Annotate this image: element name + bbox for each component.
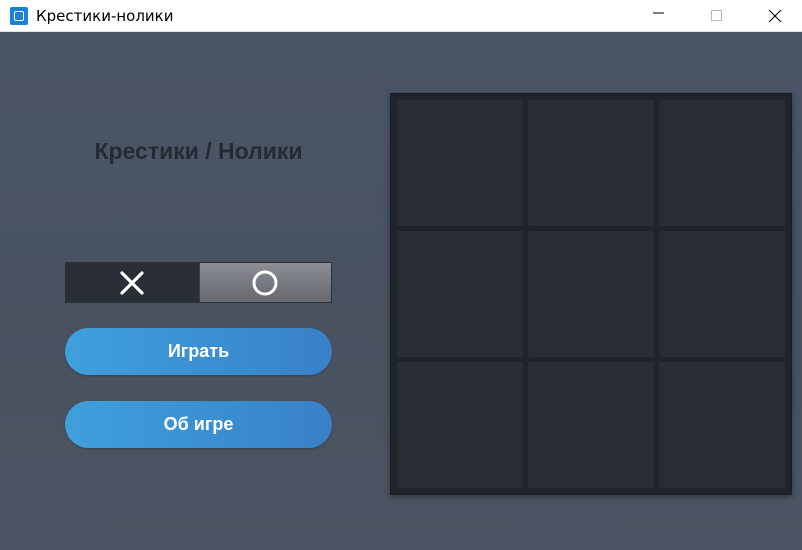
- maximize-button[interactable]: [688, 0, 746, 32]
- close-icon: [768, 9, 782, 23]
- window-title: Крестики-нолики: [36, 7, 174, 25]
- app-icon: [10, 7, 28, 25]
- board-cell[interactable]: [659, 362, 785, 488]
- game-board: [390, 93, 792, 495]
- circle-icon: [252, 270, 278, 295]
- choose-circle-button[interactable]: [198, 263, 331, 302]
- about-button[interactable]: Об игре: [65, 401, 332, 448]
- close-button[interactable]: [746, 0, 802, 32]
- board-cell[interactable]: [528, 100, 654, 226]
- choose-cross-button[interactable]: [66, 263, 199, 302]
- game-heading: Крестики / Нолики: [94, 138, 303, 164]
- board-cell[interactable]: [528, 231, 654, 357]
- board-cell[interactable]: [528, 362, 654, 488]
- game-window: Крестики / Нолики Играть Об игре: [0, 32, 802, 550]
- cross-icon: [120, 270, 144, 295]
- play-button[interactable]: Играть: [65, 328, 332, 375]
- minimize-button[interactable]: [630, 0, 688, 32]
- title-bar: Крестики-нолики: [0, 0, 802, 32]
- board-cell[interactable]: [659, 100, 785, 226]
- board-cell[interactable]: [397, 100, 523, 226]
- board-cell[interactable]: [659, 231, 785, 357]
- board-cell[interactable]: [397, 231, 523, 357]
- symbol-selector: [65, 262, 332, 303]
- maximize-icon: [711, 10, 722, 21]
- minimize-icon: [653, 12, 664, 14]
- board-cell[interactable]: [397, 362, 523, 488]
